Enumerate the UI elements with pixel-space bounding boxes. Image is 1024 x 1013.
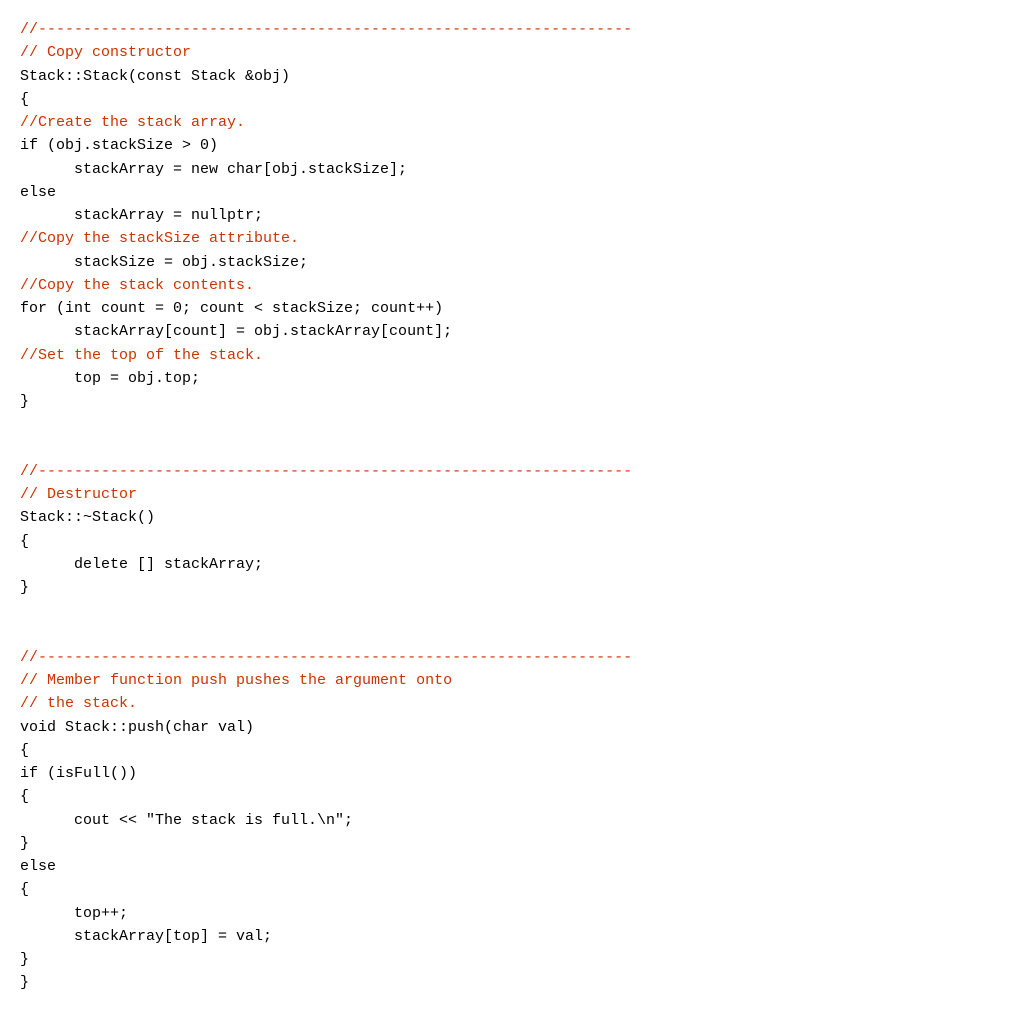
code-line: else: [20, 858, 56, 875]
code-line: {: [20, 91, 29, 108]
code-line: void Stack::push(char val): [20, 719, 254, 736]
code-line: //--------------------------------------…: [20, 21, 632, 38]
code-line: else: [20, 184, 56, 201]
code-line: if (obj.stackSize > 0): [20, 137, 218, 154]
code-line: {: [20, 881, 29, 898]
code-line: stackArray = new char[obj.stackSize];: [20, 161, 407, 178]
code-line: cout << "The stack is full.\n";: [20, 812, 353, 829]
code-line: {: [20, 533, 29, 550]
code-line: }: [20, 951, 29, 968]
code-line: //Copy the stack contents.: [20, 277, 254, 294]
code-line: stackSize = obj.stackSize;: [20, 254, 308, 271]
code-line: }: [20, 393, 29, 410]
code-line: Stack::Stack(const Stack &obj): [20, 68, 290, 85]
code-line: //Set the top of the stack.: [20, 347, 263, 364]
code-line: // Destructor: [20, 486, 137, 503]
code-line: // the stack.: [20, 695, 137, 712]
code-line: if (isFull()): [20, 765, 137, 782]
code-editor: //--------------------------------------…: [20, 18, 1004, 995]
code-line: }: [20, 579, 29, 596]
code-line: stackArray = nullptr;: [20, 207, 263, 224]
code-line: {: [20, 788, 29, 805]
code-line: // Member function push pushes the argum…: [20, 672, 452, 689]
code-line: //--------------------------------------…: [20, 649, 632, 666]
code-line: stackArray[count] = obj.stackArray[count…: [20, 323, 452, 340]
code-line: {: [20, 742, 29, 759]
code-line: Stack::~Stack(): [20, 509, 155, 526]
code-line: //Create the stack array.: [20, 114, 245, 131]
code-line: //Copy the stackSize attribute.: [20, 230, 299, 247]
code-line: }: [20, 974, 29, 991]
code-line: }: [20, 835, 29, 852]
code-line: //--------------------------------------…: [20, 463, 632, 480]
code-line: delete [] stackArray;: [20, 556, 263, 573]
code-line: // Copy constructor: [20, 44, 191, 61]
code-line: top++;: [20, 905, 128, 922]
code-line: for (int count = 0; count < stackSize; c…: [20, 300, 443, 317]
code-line: stackArray[top] = val;: [20, 928, 272, 945]
code-line: top = obj.top;: [20, 370, 200, 387]
